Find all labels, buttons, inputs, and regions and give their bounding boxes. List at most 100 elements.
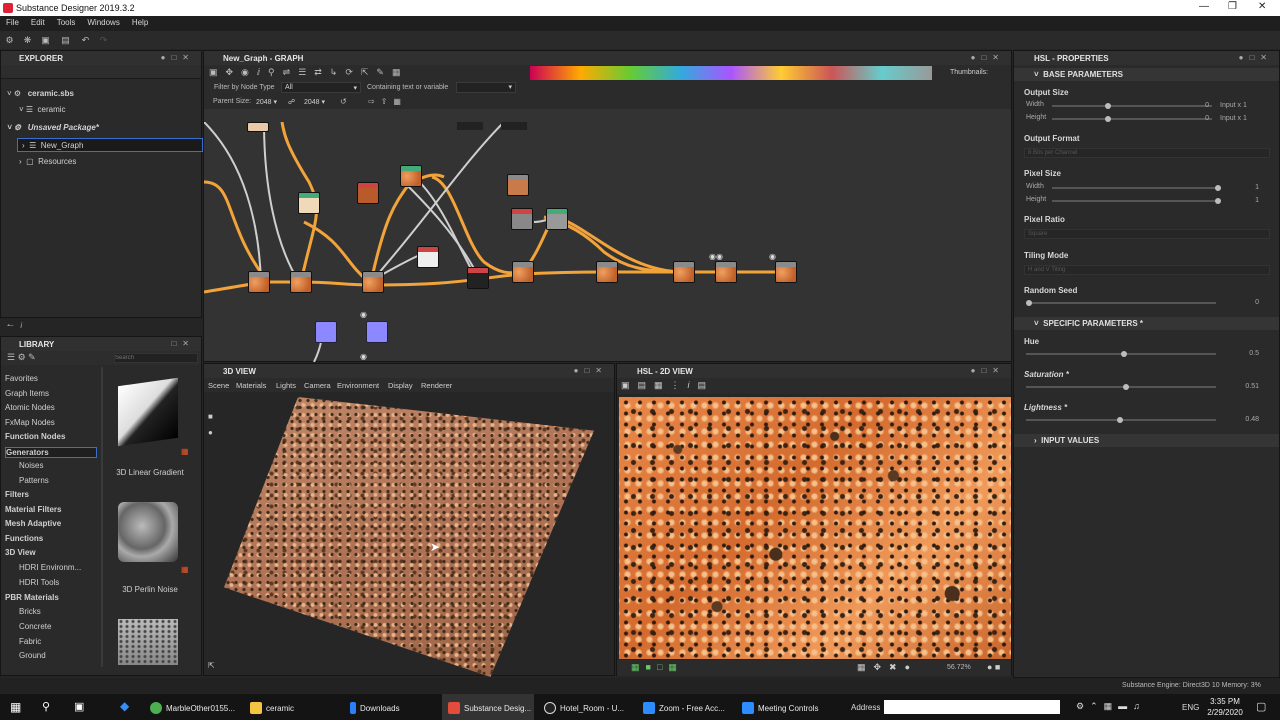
graph-node[interactable]: [596, 261, 618, 283]
notifications-icon[interactable]: ▢: [1256, 700, 1266, 713]
graph-node[interactable]: [511, 208, 533, 230]
graph-node[interactable]: [467, 267, 489, 289]
open-icon[interactable]: ▣: [40, 35, 51, 45]
parent-width-select[interactable]: 2048 ▾: [256, 98, 277, 106]
new-graph-icon[interactable]: ⚙: [4, 35, 15, 45]
clock-date[interactable]: 2/29/2020: [1203, 708, 1247, 717]
lock-icon[interactable]: ● ■: [987, 662, 1000, 672]
texture-preview[interactable]: [619, 397, 1011, 659]
camera-icon[interactable]: ■: [208, 412, 213, 421]
graph-node[interactable]: [417, 246, 439, 268]
random-seed-slider[interactable]: [1026, 300, 1216, 306]
graph-node[interactable]: [247, 122, 269, 132]
library-category[interactable]: Bricks: [19, 607, 41, 616]
panel-controls-icon[interactable]: ●□✕: [1239, 53, 1273, 62]
library-category[interactable]: HDRI Tools: [19, 578, 59, 587]
library-category[interactable]: Mesh Adaptive: [5, 519, 61, 528]
panel-controls-icon[interactable]: □✕: [171, 339, 195, 348]
graph-node[interactable]: [366, 321, 388, 343]
align-icons[interactable]: ⇨⇪▦: [368, 97, 407, 106]
menu-tools[interactable]: Tools: [57, 18, 76, 27]
library-category[interactable]: Graph Items: [5, 389, 49, 398]
graph-node[interactable]: [775, 261, 797, 283]
pixel-height-slider[interactable]: [1052, 198, 1221, 204]
minimize-icon[interactable]: —: [1199, 1, 1209, 12]
input-values-section[interactable]: › INPUT VALUES: [1014, 434, 1279, 447]
save-icon[interactable]: ▤: [60, 35, 71, 45]
library-search-input[interactable]: [114, 353, 198, 363]
pixel-ratio-select[interactable]: Square: [1024, 229, 1270, 239]
graph-canvas[interactable]: ◉◉ ◉ ◉ ◉: [204, 122, 1011, 362]
menu-windows[interactable]: Windows: [87, 18, 119, 27]
library-category[interactable]: Generators: [5, 447, 97, 458]
library-tool-icons[interactable]: ☰ ⚙ ✎: [7, 352, 36, 363]
graph-node[interactable]: [298, 192, 320, 214]
view3d-menu-camera[interactable]: Camera: [304, 381, 331, 390]
tree-item-package[interactable]: ˅ ⚙ ceramic.sbs: [7, 89, 74, 98]
panel-controls-icon[interactable]: ●□✕: [161, 53, 195, 62]
view2d-zoom-icons[interactable]: ▦✥✖●: [857, 662, 918, 673]
library-category[interactable]: Ground: [19, 651, 46, 660]
menu-edit[interactable]: Edit: [31, 18, 45, 27]
taskbar-ceramic[interactable]: ceramic: [250, 694, 340, 720]
search-icon[interactable]: ⚲: [42, 700, 50, 713]
library-category[interactable]: Fabric: [19, 637, 41, 646]
task-view-icon[interactable]: ▣: [74, 700, 84, 713]
view3d-menu-materials[interactable]: Materials: [236, 381, 266, 390]
tree-item-graph[interactable]: ˅ ☰ ceramic: [19, 105, 66, 114]
lightness-slider[interactable]: [1026, 417, 1216, 423]
close-icon[interactable]: ✕: [1258, 1, 1266, 12]
taskbar-chrome[interactable]: MarbleOther0155...: [150, 694, 240, 720]
thumb-3d-linear-gradient[interactable]: [118, 377, 178, 447]
graph-node[interactable]: [673, 261, 695, 283]
output-format-select[interactable]: 8 Bits per Channel: [1024, 148, 1270, 158]
tree-item-resources[interactable]: › ▢ Resources: [19, 157, 76, 166]
view3d-corner-icon[interactable]: ⇱: [208, 661, 215, 670]
taskbar-hotel-room[interactable]: Hotel_Room - U...: [544, 694, 634, 720]
redo-icon[interactable]: ↷: [98, 35, 109, 45]
thumb-material[interactable]: [118, 619, 178, 665]
app-icon[interactable]: ◆: [120, 699, 129, 713]
graph-node[interactable]: [546, 208, 568, 230]
library-category[interactable]: Atomic Nodes: [5, 403, 55, 412]
graph-node[interactable]: [715, 261, 737, 283]
light-icon[interactable]: ●: [208, 428, 213, 437]
panel-controls-icon[interactable]: ●□✕: [971, 53, 1005, 62]
library-category[interactable]: Concrete: [19, 622, 51, 631]
taskbar-meeting-controls[interactable]: Meeting Controls: [742, 694, 832, 720]
new-package-icon[interactable]: ❋: [22, 35, 33, 45]
library-category[interactable]: PBR Materials: [5, 593, 59, 602]
library-category[interactable]: 3D View: [5, 548, 36, 557]
view2d-channel-icons[interactable]: ▦■□▦: [631, 662, 683, 673]
thumb-3d-perlin-noise[interactable]: [118, 502, 178, 562]
base-parameters-section[interactable]: ˅ BASE PARAMETERS: [1014, 68, 1279, 81]
parent-height-select[interactable]: 2048 ▾: [304, 98, 325, 106]
view3d-menu-lights[interactable]: Lights: [276, 381, 296, 390]
tree-item-unsaved-package[interactable]: ˅ ⚙ Unsaved Package*: [7, 123, 99, 132]
graph-node[interactable]: [290, 271, 312, 293]
graph-node[interactable]: [315, 321, 337, 343]
address-input[interactable]: [884, 700, 1060, 714]
view3d-mesh-plane[interactable]: [224, 397, 594, 677]
language-indicator[interactable]: ENG: [1182, 703, 1199, 712]
library-category[interactable]: Patterns: [19, 476, 49, 485]
graph-node[interactable]: [507, 174, 529, 196]
menu-file[interactable]: File: [6, 18, 19, 27]
undo-icon[interactable]: ↶: [80, 35, 91, 45]
library-category[interactable]: Noises: [19, 461, 43, 470]
library-category[interactable]: HDRI Environm...: [19, 563, 81, 572]
link-icon[interactable]: ☍: [288, 98, 295, 106]
graph-node[interactable]: [248, 271, 270, 293]
filter-node-type-select[interactable]: All ▾: [281, 82, 361, 93]
view3d-menu-scene[interactable]: Scene: [208, 381, 229, 390]
panel-controls-icon[interactable]: ●□✕: [971, 366, 1005, 375]
graph-tool-icons[interactable]: ▣✥◉ⅈ⚲⇌☰⇄↳⟳⇱✎▦: [209, 67, 408, 78]
hue-slider[interactable]: [1026, 351, 1216, 357]
tree-item-new-graph[interactable]: › ☰ New_Graph: [17, 138, 203, 152]
taskbar-substance-designer[interactable]: Substance Desig...: [442, 694, 534, 720]
library-category[interactable]: Function Nodes: [5, 432, 65, 441]
view2d-tool-icons[interactable]: ▣▤▦⋮i▤: [621, 380, 714, 391]
graph-node[interactable]: [357, 182, 379, 204]
tiling-mode-select[interactable]: H and V Tiling: [1024, 265, 1270, 275]
output-width-mode[interactable]: Input x 1: [1220, 102, 1247, 109]
